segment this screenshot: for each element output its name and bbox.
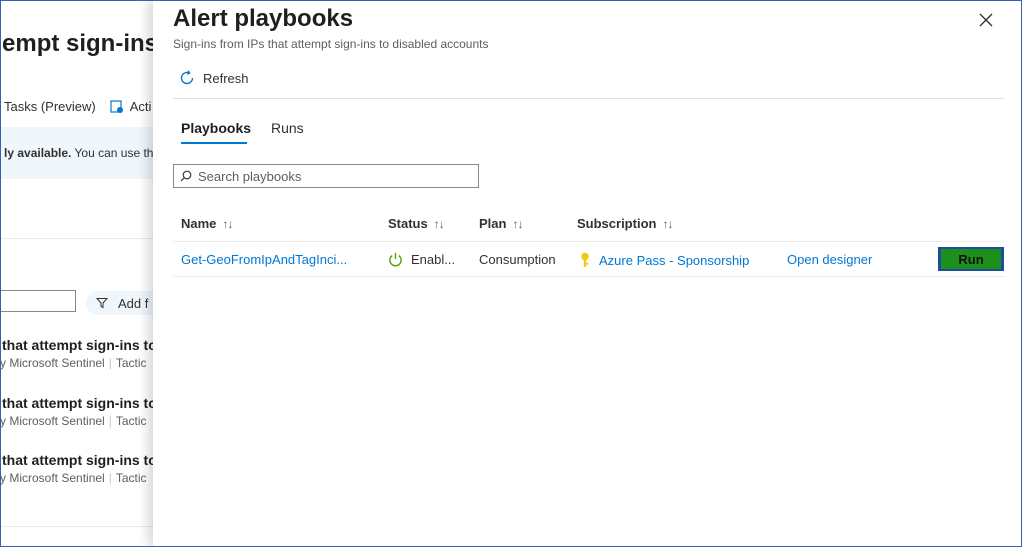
add-filter-label: Add f <box>118 295 149 311</box>
rule-tactics: Tactic <box>115 471 147 485</box>
rule-title[interactable]: that attempt sign-ins to <box>2 337 157 353</box>
tab-runs[interactable]: Runs <box>271 120 304 136</box>
active-tab-indicator <box>181 142 247 144</box>
alert-playbooks-panel: Alert playbooks Sign-ins from IPs that a… <box>153 0 1022 547</box>
subscription-link[interactable]: Azure Pass - Sponsorship <box>599 253 749 268</box>
sort-icon: ↑↓ <box>433 216 445 231</box>
run-button-label: Run <box>941 249 1001 269</box>
column-header-subscription[interactable]: Subscription ↑↓ <box>577 216 673 231</box>
refresh-label: Refresh <box>203 70 249 86</box>
panel-title: Alert playbooks <box>173 5 354 32</box>
rule-source: y Microsoft Sentinel <box>0 471 105 485</box>
info-banner-text: ly available. You can use th <box>4 146 153 160</box>
close-icon <box>979 13 993 27</box>
rule-meta: y Microsoft Sentinel | Tactic <box>0 471 147 485</box>
rule-meta: y Microsoft Sentinel | Tactic <box>0 356 147 370</box>
rule-tactics: Tactic <box>115 414 147 428</box>
action-button-label: Acti <box>129 99 152 114</box>
rule-meta: y Microsoft Sentinel | Tactic <box>0 414 147 428</box>
open-designer-link[interactable]: Open designer <box>787 252 872 267</box>
status-text: Enabl... <box>411 252 456 267</box>
column-header-name[interactable]: Name ↑↓ <box>181 216 233 231</box>
run-button[interactable]: Run <box>938 247 1004 271</box>
search-playbooks-field[interactable] <box>173 164 479 188</box>
column-label: Subscription <box>577 216 657 231</box>
background-toolbar: Tasks (Preview) Acti <box>4 99 151 114</box>
action-button[interactable]: Acti <box>110 99 152 114</box>
sort-icon: ↑↓ <box>222 216 233 231</box>
divider <box>173 241 1004 242</box>
sort-icon: ↑↓ <box>662 216 673 231</box>
column-header-plan[interactable]: Plan ↑↓ <box>479 216 523 231</box>
column-label: Plan <box>479 216 507 231</box>
playbook-name-link[interactable]: Get-GeoFromIpAndTagInci... <box>181 252 347 267</box>
power-icon <box>389 252 402 267</box>
divider <box>173 276 1004 277</box>
key-icon <box>581 252 589 267</box>
background-page: empt sign-ins Tasks (Preview) Acti ly av… <box>0 0 160 547</box>
refresh-icon <box>180 70 194 85</box>
rule-title[interactable]: that attempt sign-ins to <box>2 395 157 411</box>
column-header-status[interactable]: Status ↑↓ <box>388 216 445 231</box>
tasks-preview-button[interactable]: Tasks (Preview) <box>4 99 96 114</box>
divider <box>0 526 160 527</box>
column-label: Name <box>181 216 217 231</box>
refresh-button[interactable]: Refresh <box>179 70 249 86</box>
search-icon <box>180 170 192 182</box>
add-filter-button[interactable]: Add f <box>86 291 160 315</box>
divider <box>0 238 160 239</box>
close-button[interactable] <box>975 9 997 31</box>
column-label: Status <box>388 216 428 231</box>
rule-source: y Microsoft Sentinel <box>0 414 105 428</box>
rule-title[interactable]: that attempt sign-ins to <box>2 452 157 468</box>
rule-source: y Microsoft Sentinel <box>0 356 105 370</box>
action-icon <box>110 99 123 113</box>
divider <box>173 98 1004 99</box>
panel-subtitle: Sign-ins from IPs that attempt sign-ins … <box>173 37 489 51</box>
background-search-input[interactable] <box>0 290 76 312</box>
background-page-title: empt sign-ins <box>2 30 159 57</box>
rule-tactics: Tactic <box>115 356 147 370</box>
info-banner-bold: ly available. <box>4 146 72 160</box>
filter-icon <box>96 298 108 309</box>
search-input[interactable] <box>198 168 468 184</box>
tab-playbooks[interactable]: Playbooks <box>181 120 251 136</box>
subscription-cell: Azure Pass - Sponsorship <box>579 252 749 268</box>
status-cell: Enabl... <box>388 252 455 267</box>
info-banner-rest: You can use th <box>71 146 154 160</box>
sort-icon: ↑↓ <box>512 216 523 231</box>
plan-cell: Consumption <box>479 252 556 267</box>
